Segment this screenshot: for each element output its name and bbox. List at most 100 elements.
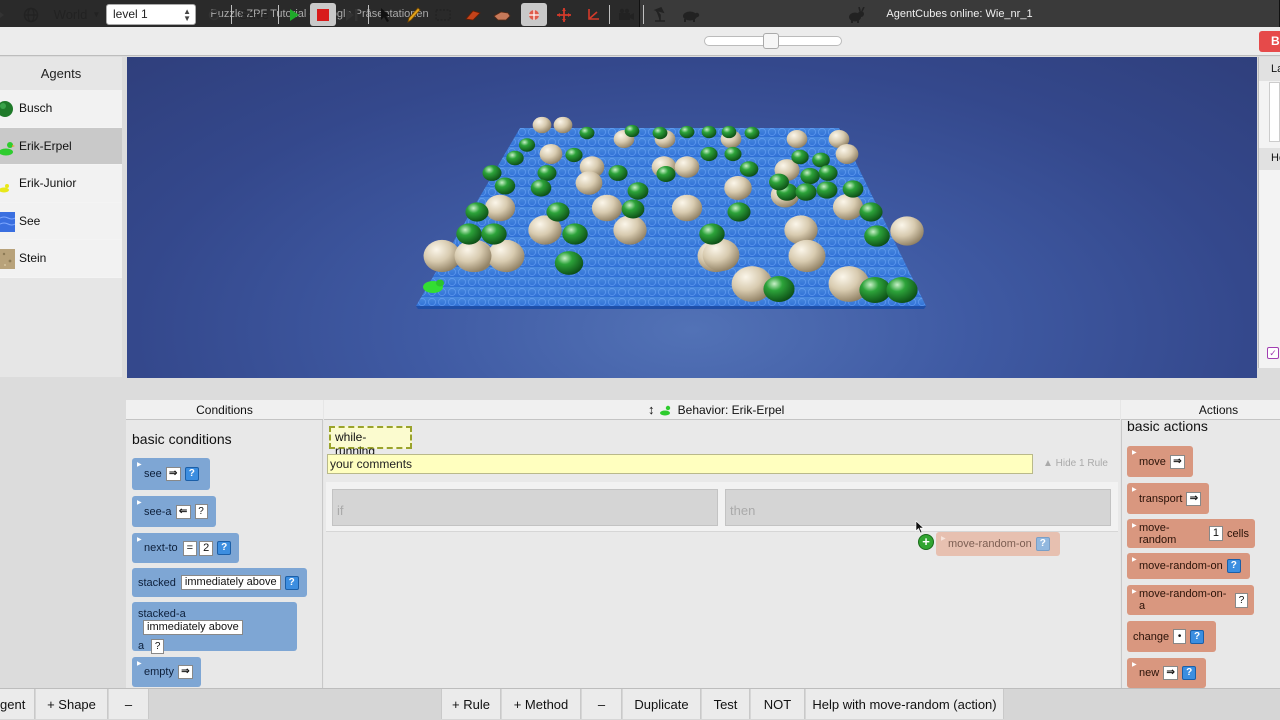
stacked-select[interactable]: immediately above bbox=[143, 620, 243, 635]
bush-agent[interactable] bbox=[494, 177, 516, 195]
bush-agent[interactable] bbox=[537, 165, 557, 181]
play-icon[interactable] bbox=[284, 3, 304, 26]
condition-next-to[interactable]: ▶ next-to = 2 ? bbox=[132, 533, 239, 563]
agent-row-erik-junior[interactable]: Erik-Junior bbox=[0, 165, 122, 203]
world-menu[interactable]: World ▼ bbox=[52, 3, 102, 26]
level-select[interactable]: level 1 ▲ ▼ bbox=[106, 4, 196, 25]
bush-agent[interactable] bbox=[518, 138, 536, 152]
bush-agent[interactable] bbox=[579, 126, 595, 140]
help-icon[interactable]: ? bbox=[284, 575, 299, 590]
stone-agent[interactable] bbox=[674, 156, 700, 178]
help-icon[interactable]: ? bbox=[1182, 666, 1197, 680]
bush-agent[interactable] bbox=[621, 199, 645, 219]
condition-see-a[interactable]: ▶ see-a ⇐ ? bbox=[132, 496, 216, 527]
arrow-pointer-icon[interactable] bbox=[376, 3, 396, 26]
remove-agent-button[interactable]: – bbox=[109, 689, 149, 719]
condition-empty[interactable]: ▶ empty ⇒ bbox=[132, 657, 201, 687]
right-panel-checkbox[interactable]: ✓ bbox=[1267, 347, 1279, 359]
bush-agent[interactable] bbox=[886, 276, 918, 304]
stone-agent[interactable] bbox=[487, 239, 525, 273]
speed-slider-knob[interactable] bbox=[763, 33, 779, 49]
stone-agent[interactable] bbox=[532, 116, 552, 134]
add-rule-button[interactable]: + Rule bbox=[441, 689, 501, 719]
not-button[interactable]: NOT bbox=[751, 689, 805, 719]
number-field[interactable]: 2 bbox=[199, 540, 214, 556]
bush-agent[interactable] bbox=[465, 202, 489, 222]
action-move-random[interactable]: ▶ move-random 1 cells bbox=[1127, 519, 1255, 548]
rule-comments-field[interactable]: your comments bbox=[327, 454, 1033, 474]
stop-icon[interactable] bbox=[310, 3, 336, 26]
bush-agent[interactable] bbox=[701, 125, 717, 139]
direction-arrow-icon[interactable]: ⇒ bbox=[1186, 491, 1202, 506]
bush-agent[interactable] bbox=[562, 223, 588, 245]
condition-stacked-a[interactable]: stacked-a immediately above a ? bbox=[132, 602, 297, 654]
lamp-icon[interactable] bbox=[649, 3, 671, 26]
direction-arrow-icon[interactable]: ⇐ bbox=[175, 504, 191, 519]
move-cross-icon[interactable] bbox=[554, 3, 574, 26]
bush-agent[interactable] bbox=[624, 124, 640, 138]
test-button[interactable]: Test bbox=[702, 689, 750, 719]
help-icon[interactable]: ? bbox=[184, 467, 199, 481]
bush-agent[interactable] bbox=[864, 225, 890, 247]
stone-agent[interactable] bbox=[484, 194, 516, 222]
stone-agent[interactable] bbox=[788, 239, 826, 273]
bush-agent[interactable] bbox=[699, 223, 725, 245]
browser-tab-agentcubes[interactable]: AgentCubes online: Wie_nr_1 bbox=[640, 0, 1280, 27]
publish-button[interactable]: B bbox=[1259, 31, 1280, 52]
world-scene[interactable] bbox=[127, 57, 1257, 378]
stone-agent[interactable] bbox=[784, 215, 818, 245]
agent-row-erik-erpel[interactable]: Erik-Erpel bbox=[0, 127, 122, 165]
reload-icon[interactable] bbox=[203, 3, 225, 26]
action-move-random-on-a[interactable]: ▶ move-random-on-a ? bbox=[1127, 585, 1254, 615]
bush-agent[interactable] bbox=[859, 202, 883, 222]
condition-see[interactable]: ▶ see ⇒ ? bbox=[132, 458, 210, 490]
trigger-while-running[interactable]: while-running bbox=[329, 426, 412, 458]
stone-agent[interactable] bbox=[835, 144, 859, 164]
bush-agent[interactable] bbox=[818, 165, 838, 181]
shape-slot[interactable]: • bbox=[1173, 629, 1187, 644]
globe-icon[interactable] bbox=[20, 3, 42, 26]
stacked-select[interactable]: immediately above bbox=[180, 575, 281, 590]
rectangle-select-icon[interactable] bbox=[433, 3, 453, 26]
help-icon[interactable]: ? bbox=[1226, 559, 1241, 573]
bush-agent[interactable] bbox=[656, 166, 676, 182]
direction-arrow-icon[interactable]: ⇒ bbox=[165, 467, 181, 481]
add-method-button[interactable]: + Method bbox=[502, 689, 581, 719]
dragged-action-move-random-on[interactable]: ▶ move-random-on ? bbox=[936, 532, 1060, 556]
bush-agent[interactable] bbox=[456, 223, 482, 245]
bush-agent[interactable] bbox=[546, 202, 570, 222]
add-shape-button[interactable]: + Shape bbox=[36, 689, 108, 719]
stone-agent[interactable] bbox=[454, 239, 492, 273]
agent-row-busch[interactable]: Busch bbox=[0, 90, 122, 128]
direction-arrow-icon[interactable]: ⇒ bbox=[1169, 454, 1185, 469]
action-move[interactable]: ▶ move ⇒ bbox=[1127, 446, 1193, 477]
stone-agent[interactable] bbox=[591, 194, 623, 222]
action-new[interactable]: ▶ new ⇒ ? bbox=[1127, 658, 1206, 688]
direction-arrow-icon[interactable]: ⇒ bbox=[1163, 666, 1179, 680]
bush-agent[interactable] bbox=[565, 147, 583, 163]
axis-icon[interactable] bbox=[583, 3, 603, 26]
bush-agent[interactable] bbox=[791, 149, 809, 165]
action-change[interactable]: change • ? bbox=[1127, 621, 1216, 652]
agent-slot[interactable]: ? bbox=[151, 639, 165, 654]
action-transport[interactable]: ▶ transport ⇒ bbox=[1127, 483, 1209, 514]
stone-agent[interactable] bbox=[575, 171, 603, 195]
bush-agent[interactable] bbox=[700, 146, 718, 162]
add-agent-button[interactable]: gent bbox=[0, 689, 35, 719]
condition-stacked[interactable]: stacked immediately above ? bbox=[132, 568, 307, 597]
help-icon[interactable]: ? bbox=[1190, 629, 1205, 644]
stone-agent[interactable] bbox=[890, 216, 924, 246]
bush-agent[interactable] bbox=[506, 150, 524, 166]
hand-drag-icon[interactable] bbox=[491, 3, 513, 26]
stone-agent[interactable] bbox=[539, 144, 563, 164]
hide-rule-toggle[interactable]: ▲ Hide 1 Rule bbox=[1043, 458, 1108, 469]
bush-agent[interactable] bbox=[608, 165, 628, 181]
bush-agent[interactable] bbox=[800, 167, 820, 185]
resize-icon[interactable]: ↕ bbox=[648, 402, 655, 417]
eraser-icon[interactable] bbox=[462, 3, 484, 26]
bush-agent[interactable] bbox=[679, 125, 695, 139]
bush-agent[interactable] bbox=[795, 183, 817, 201]
bush-agent[interactable] bbox=[816, 181, 838, 199]
bush-agent[interactable] bbox=[842, 180, 864, 198]
help-icon[interactable]: ? bbox=[217, 541, 232, 555]
